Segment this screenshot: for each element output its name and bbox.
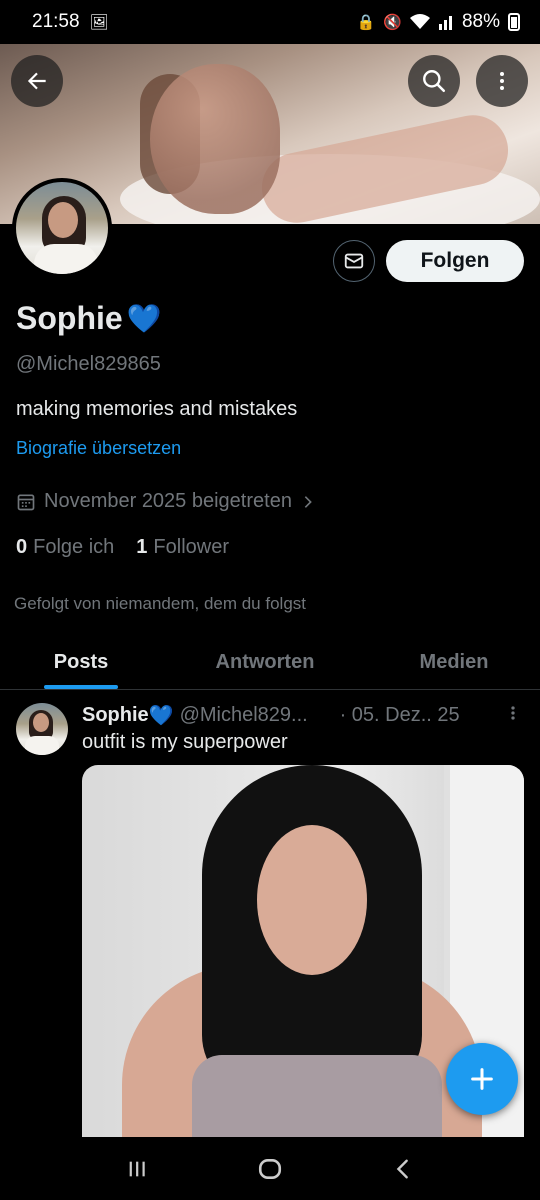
compose-button[interactable] bbox=[446, 1043, 518, 1115]
joined-text: November 2025 beigetreten bbox=[44, 490, 292, 512]
system-nav-bar bbox=[0, 1137, 540, 1200]
recents-icon bbox=[129, 1161, 145, 1176]
following-label: Folge ich bbox=[33, 536, 115, 558]
battery-icon bbox=[508, 13, 520, 31]
followed-by-text: Gefolgt von niemandem, dem du folgst bbox=[14, 594, 306, 613]
home-button[interactable] bbox=[250, 1149, 290, 1189]
search-icon bbox=[423, 70, 446, 93]
followers-label: Follower bbox=[153, 536, 229, 558]
post-text: outfit is my superpower bbox=[82, 731, 288, 753]
profile-tabs: Posts Antworten Medien bbox=[0, 636, 540, 690]
profile-handle: @Michel829865 bbox=[16, 353, 161, 375]
blue-heart-icon: 💙 bbox=[126, 303, 162, 334]
post-date: · 05. Dez.. 25 bbox=[339, 704, 460, 726]
back-arrow-icon bbox=[27, 72, 46, 90]
home-icon bbox=[258, 1158, 282, 1179]
follow-button[interactable]: Folgen bbox=[386, 240, 524, 282]
plus-icon bbox=[471, 1068, 493, 1090]
joined-date[interactable]: November 2025 beigetreten bbox=[16, 490, 316, 513]
back-button[interactable] bbox=[11, 55, 63, 107]
status-bar: 21:58 🖼 🔒 🔇 88% bbox=[0, 0, 540, 44]
search-button[interactable] bbox=[408, 55, 460, 107]
translate-bio-link[interactable]: Biografie übersetzen bbox=[16, 438, 181, 459]
post-header: Sophie 💙 @Michel829... · 05. Dez.. 25 bbox=[82, 703, 460, 728]
gallery-notification-icon: 🖼 bbox=[89, 14, 109, 31]
tab-posts[interactable]: Posts bbox=[0, 636, 162, 689]
post-avatar[interactable] bbox=[16, 703, 68, 755]
followers-link[interactable]: 1 Follower bbox=[136, 536, 229, 559]
signal-icon bbox=[438, 16, 452, 30]
lock-icon: 🔒 bbox=[356, 14, 376, 31]
post-more-button[interactable] bbox=[506, 703, 520, 729]
post-author-handle: @Michel829... bbox=[179, 704, 308, 726]
back-chevron-icon bbox=[397, 1159, 409, 1178]
calendar-icon bbox=[17, 494, 35, 510]
message-button[interactable] bbox=[333, 240, 375, 282]
profile-name: Sophie 💙 bbox=[16, 300, 162, 337]
profile-bio: making memories and mistakes bbox=[16, 398, 298, 420]
more-vertical-icon bbox=[511, 706, 515, 720]
recents-button[interactable] bbox=[117, 1149, 157, 1189]
tab-media[interactable]: Medien bbox=[368, 636, 540, 689]
profile-name-text: Sophie bbox=[16, 300, 123, 336]
tab-replies[interactable]: Antworten bbox=[162, 636, 368, 689]
system-back-button[interactable] bbox=[383, 1149, 423, 1189]
wifi-icon bbox=[409, 14, 430, 29]
more-vertical-icon bbox=[500, 72, 504, 90]
following-count: 0 bbox=[16, 536, 28, 558]
followers-count: 1 bbox=[136, 536, 148, 558]
battery-percent: 88% bbox=[461, 11, 500, 32]
mail-icon bbox=[344, 253, 364, 269]
following-link[interactable]: 0 Folge ich bbox=[16, 536, 114, 559]
status-time: 21:58 bbox=[32, 11, 80, 32]
follow-stats: 0 Folge ich 1 Follower bbox=[16, 536, 229, 559]
chevron-right-icon bbox=[304, 495, 312, 508]
profile-avatar[interactable] bbox=[12, 178, 112, 278]
post-blue-heart-icon: 💙 bbox=[148, 705, 174, 727]
mute-icon: 🔇 bbox=[383, 14, 402, 31]
post-author-name[interactable]: Sophie bbox=[82, 704, 149, 727]
more-options-button[interactable] bbox=[476, 55, 528, 107]
